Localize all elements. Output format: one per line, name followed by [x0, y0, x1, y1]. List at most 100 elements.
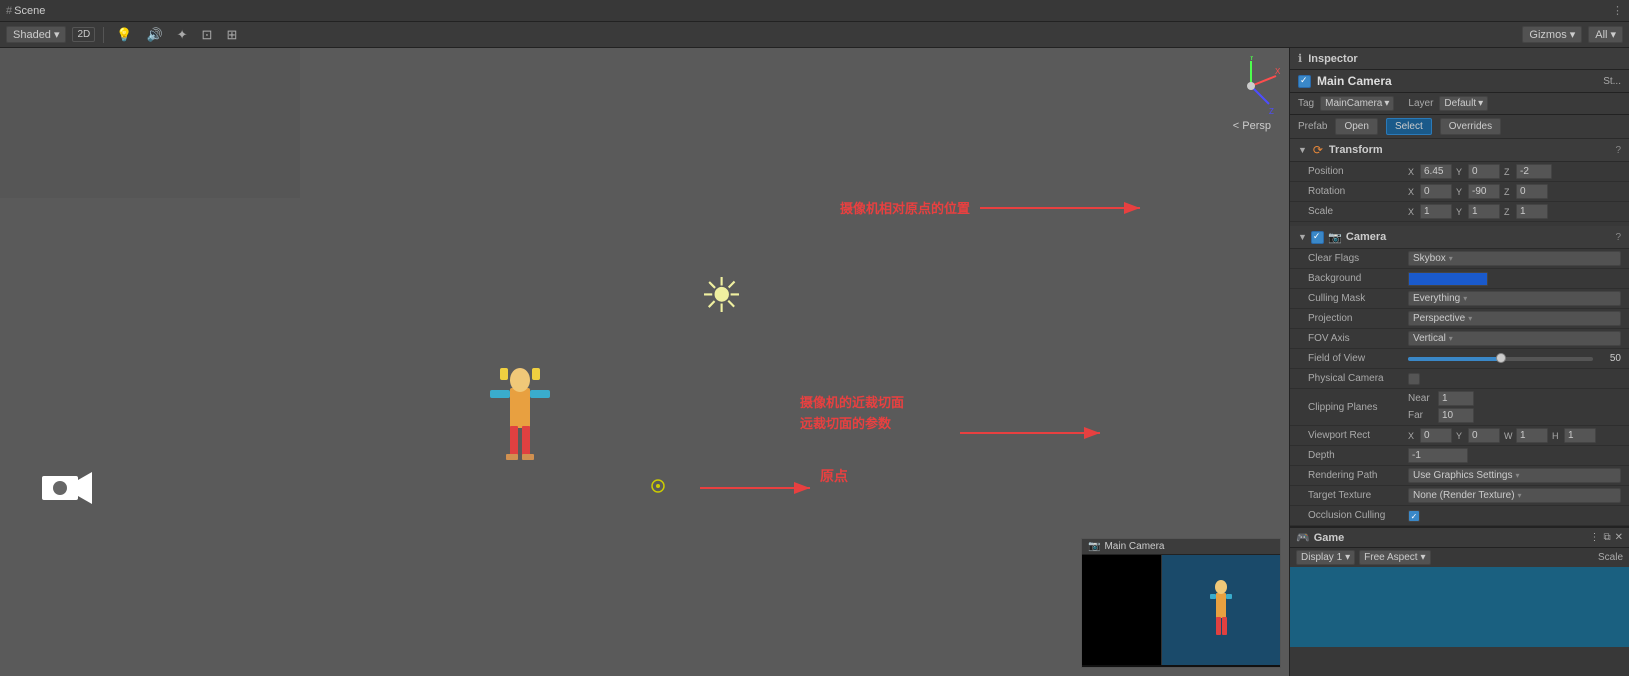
inspector-scroll[interactable]: Main Camera St... Tag MainCamera ▾ Layer… — [1290, 70, 1629, 676]
fov-axis-value: Vertical — [1413, 333, 1446, 344]
depth-input[interactable] — [1408, 448, 1468, 463]
rendering-path-dropdown[interactable]: Use Graphics Settings ▾ — [1408, 468, 1621, 483]
projection-arrow: ▾ — [1468, 314, 1472, 323]
transform-title: Transform — [1329, 144, 1612, 156]
far-input[interactable] — [1438, 408, 1474, 423]
camera-title: Camera — [1346, 231, 1612, 243]
clear-flags-dropdown[interactable]: Skybox ▾ — [1408, 251, 1621, 266]
viewport-rect-label: Viewport Rect — [1308, 430, 1408, 441]
camera-section-header[interactable]: ▼ 📷 Camera ? — [1290, 226, 1629, 249]
layer-dropdown[interactable]: Default ▾ — [1439, 96, 1488, 111]
vp-w-input[interactable] — [1516, 428, 1548, 443]
annotation-origin-text: 原点 — [820, 466, 848, 486]
svg-text:Z: Z — [1269, 107, 1274, 116]
mini-preview-title: 📷 Main Camera — [1082, 539, 1280, 555]
static-label: St... — [1603, 76, 1621, 87]
rot-x-input[interactable] — [1420, 184, 1452, 199]
tag-dropdown[interactable]: MainCamera ▾ — [1320, 96, 1394, 111]
fov-slider-track[interactable] — [1408, 357, 1593, 361]
svg-text:Y: Y — [1249, 56, 1255, 62]
camera-scene-icon — [42, 468, 92, 517]
fov-value: 50 — [1597, 353, 1621, 364]
gizmos-label: Gizmos — [1529, 29, 1566, 41]
fov-axis-label: FOV Axis — [1308, 333, 1408, 344]
more-icon[interactable]: ⋮ — [1612, 4, 1623, 17]
2d-button[interactable]: 2D — [72, 27, 95, 42]
mini-left-black — [1082, 555, 1162, 665]
inspector-header: ℹ Inspector — [1290, 48, 1629, 70]
occlusion-culling-checkbox[interactable] — [1408, 510, 1420, 522]
vp-x-label: X — [1408, 431, 1418, 441]
game-menu-icon[interactable]: ⋮ — [1589, 532, 1599, 543]
rot-y-input[interactable] — [1468, 184, 1500, 199]
object-enabled-checkbox[interactable] — [1298, 75, 1311, 88]
rendering-path-label: Rendering Path — [1308, 470, 1408, 481]
pos-z-label: Z — [1504, 167, 1514, 177]
audio-icon[interactable]: 🔊 — [142, 25, 166, 45]
vp-y-input[interactable] — [1468, 428, 1500, 443]
camera-enabled-checkbox[interactable] — [1311, 231, 1324, 244]
gizmos-button[interactable]: Gizmos ▾ — [1522, 26, 1582, 43]
grid-icon[interactable]: ⊞ — [222, 25, 241, 45]
effects-icon[interactable]: ✦ — [173, 25, 192, 45]
background-color-swatch[interactable] — [1408, 272, 1488, 286]
near-far-subrow: Near Far — [1408, 391, 1621, 423]
chevron-layer: ▾ — [1478, 98, 1483, 109]
scale-fields: X Y Z — [1408, 204, 1621, 219]
rotation-label: Rotation — [1308, 186, 1408, 197]
clear-flags-value: Skybox — [1413, 253, 1446, 264]
viewport-gizmo[interactable]: Y X Z — [1221, 56, 1281, 116]
scale-row: Scale X Y Z — [1290, 202, 1629, 222]
game-close-icon[interactable]: ✕ — [1615, 532, 1623, 543]
depth-row: Depth — [1290, 446, 1629, 466]
fov-slider-thumb[interactable] — [1496, 353, 1506, 363]
projection-label: Projection — [1308, 313, 1408, 324]
target-texture-dropdown[interactable]: None (Render Texture) ▾ — [1408, 488, 1621, 503]
scene-viewport[interactable]: ☀ — [0, 48, 1289, 676]
clipping-planes-row: Clipping Planes Near Far — [1290, 389, 1629, 426]
character-figure — [490, 358, 550, 478]
scale-y-input[interactable] — [1468, 204, 1500, 219]
projection-dropdown[interactable]: Perspective ▾ — [1408, 311, 1621, 326]
scale-x-input[interactable] — [1420, 204, 1452, 219]
prefab-overrides-button[interactable]: Overrides — [1440, 118, 1501, 135]
game-preview — [1290, 567, 1629, 647]
all-button[interactable]: All ▾ — [1588, 26, 1623, 43]
near-input[interactable] — [1438, 391, 1474, 406]
transform-help[interactable]: ? — [1615, 145, 1621, 156]
aspect-dropdown[interactable]: Free Aspect ▾ — [1359, 550, 1430, 565]
physical-camera-checkbox[interactable] — [1408, 373, 1420, 385]
far-row: Far — [1408, 408, 1621, 423]
culling-mask-row: Culling Mask Everything ▾ — [1290, 289, 1629, 309]
shaded-dropdown[interactable]: Shaded ▾ — [6, 26, 66, 43]
object-name[interactable]: Main Camera — [1317, 74, 1597, 88]
vp-h-input[interactable] — [1564, 428, 1596, 443]
light-icon[interactable]: 💡 — [112, 25, 136, 45]
pos-y-input[interactable] — [1468, 164, 1500, 179]
chevron-tag: ▾ — [1384, 98, 1389, 109]
display-dropdown[interactable]: Display 1 ▾ — [1296, 550, 1355, 565]
rot-z-input[interactable] — [1516, 184, 1548, 199]
transform-section-header[interactable]: ▼ ⟳ Transform ? — [1290, 139, 1629, 162]
pos-x-input[interactable] — [1420, 164, 1452, 179]
scene-tab-label[interactable]: Scene — [14, 5, 45, 17]
vp-y-field: Y — [1456, 428, 1500, 443]
camera-help[interactable]: ? — [1615, 232, 1621, 243]
culling-mask-dropdown[interactable]: Everything ▾ — [1408, 291, 1621, 306]
layer-label: Layer — [1408, 98, 1433, 109]
scale-z-input[interactable] — [1516, 204, 1548, 219]
scene-icon[interactable]: ⊡ — [198, 25, 217, 45]
physical-camera-row: Physical Camera — [1290, 369, 1629, 389]
pos-x-label: X — [1408, 167, 1418, 177]
vp-x-input[interactable] — [1420, 428, 1452, 443]
rotation-fields: X Y Z — [1408, 184, 1621, 199]
prefab-select-button[interactable]: Select — [1386, 118, 1432, 135]
fov-axis-dropdown[interactable]: Vertical ▾ — [1408, 331, 1621, 346]
occlusion-culling-label: Occlusion Culling — [1308, 510, 1408, 521]
inspector-icon: ℹ — [1298, 52, 1302, 65]
game-toolbar: Display 1 ▾ Free Aspect ▾ Scale — [1290, 548, 1629, 567]
pos-z-input[interactable] — [1516, 164, 1552, 179]
game-expand-icon[interactable]: ⧉ — [1603, 532, 1610, 543]
prefab-open-button[interactable]: Open — [1335, 118, 1377, 135]
background-row: Background — [1290, 269, 1629, 289]
